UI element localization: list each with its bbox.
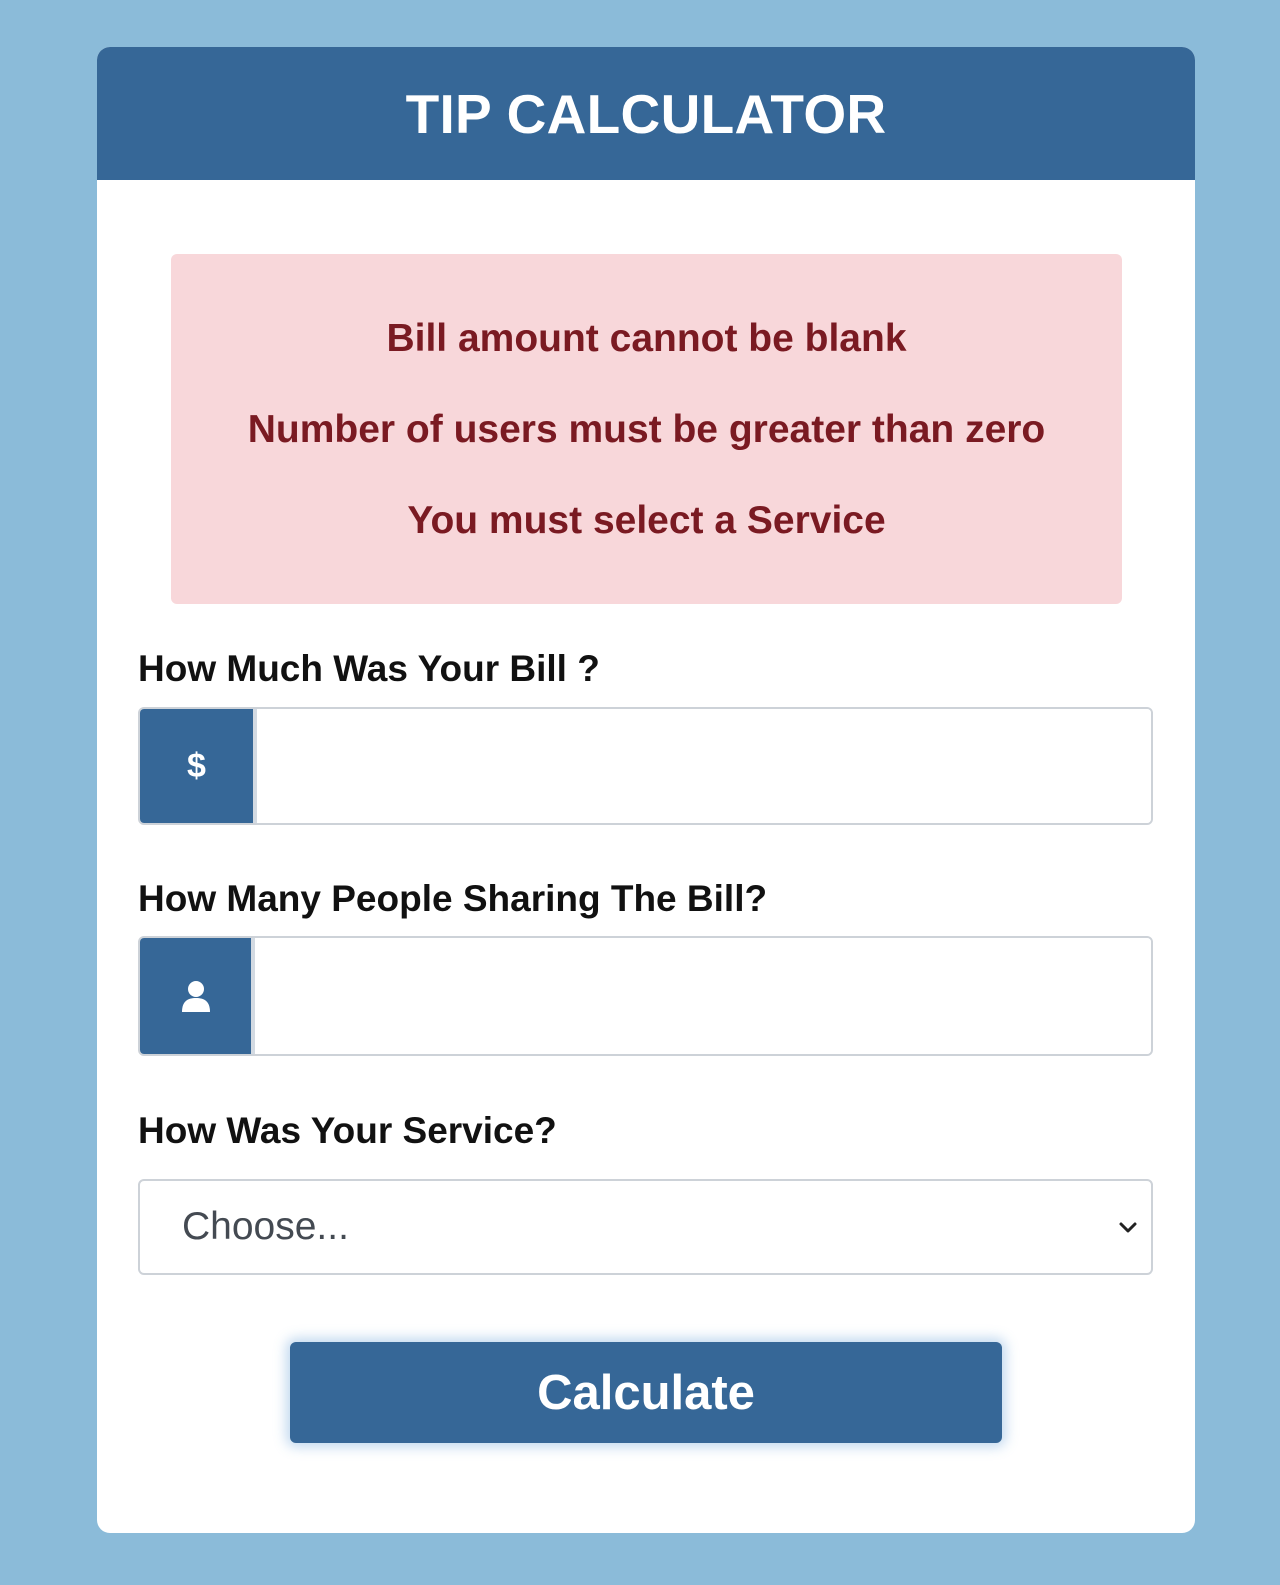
error-message-bill: Bill amount cannot be blank [386,317,907,360]
dollar-icon: $ [140,709,257,823]
service-select[interactable]: Choose... [138,1179,1153,1275]
service-select-value: Choose... [182,1205,349,1248]
calculate-button[interactable]: Calculate [290,1342,1002,1443]
bill-label: How Much Was Your Bill ? [138,648,600,689]
error-message-service: You must select a Service [407,499,886,542]
page-title: TIP CALCULATOR [405,82,887,145]
user-icon [140,938,255,1054]
people-input-group [138,936,1153,1056]
error-alert: Bill amount cannot be blank Number of us… [171,254,1122,604]
card-header: TIP CALCULATOR [97,47,1195,180]
user-icon-svg [181,981,210,1012]
chevron-down-icon [1119,1222,1137,1233]
people-label: How Many People Sharing The Bill? [138,878,768,919]
service-label: How Was Your Service? [138,1110,557,1151]
tip-calculator-card: TIP CALCULATOR Bill amount cannot be bla… [97,47,1195,1533]
people-count-input[interactable] [255,938,1151,1054]
bill-amount-input[interactable] [257,709,1151,823]
error-message-users: Number of users must be greater than zer… [247,408,1046,451]
bill-input-group: $ [138,707,1153,825]
